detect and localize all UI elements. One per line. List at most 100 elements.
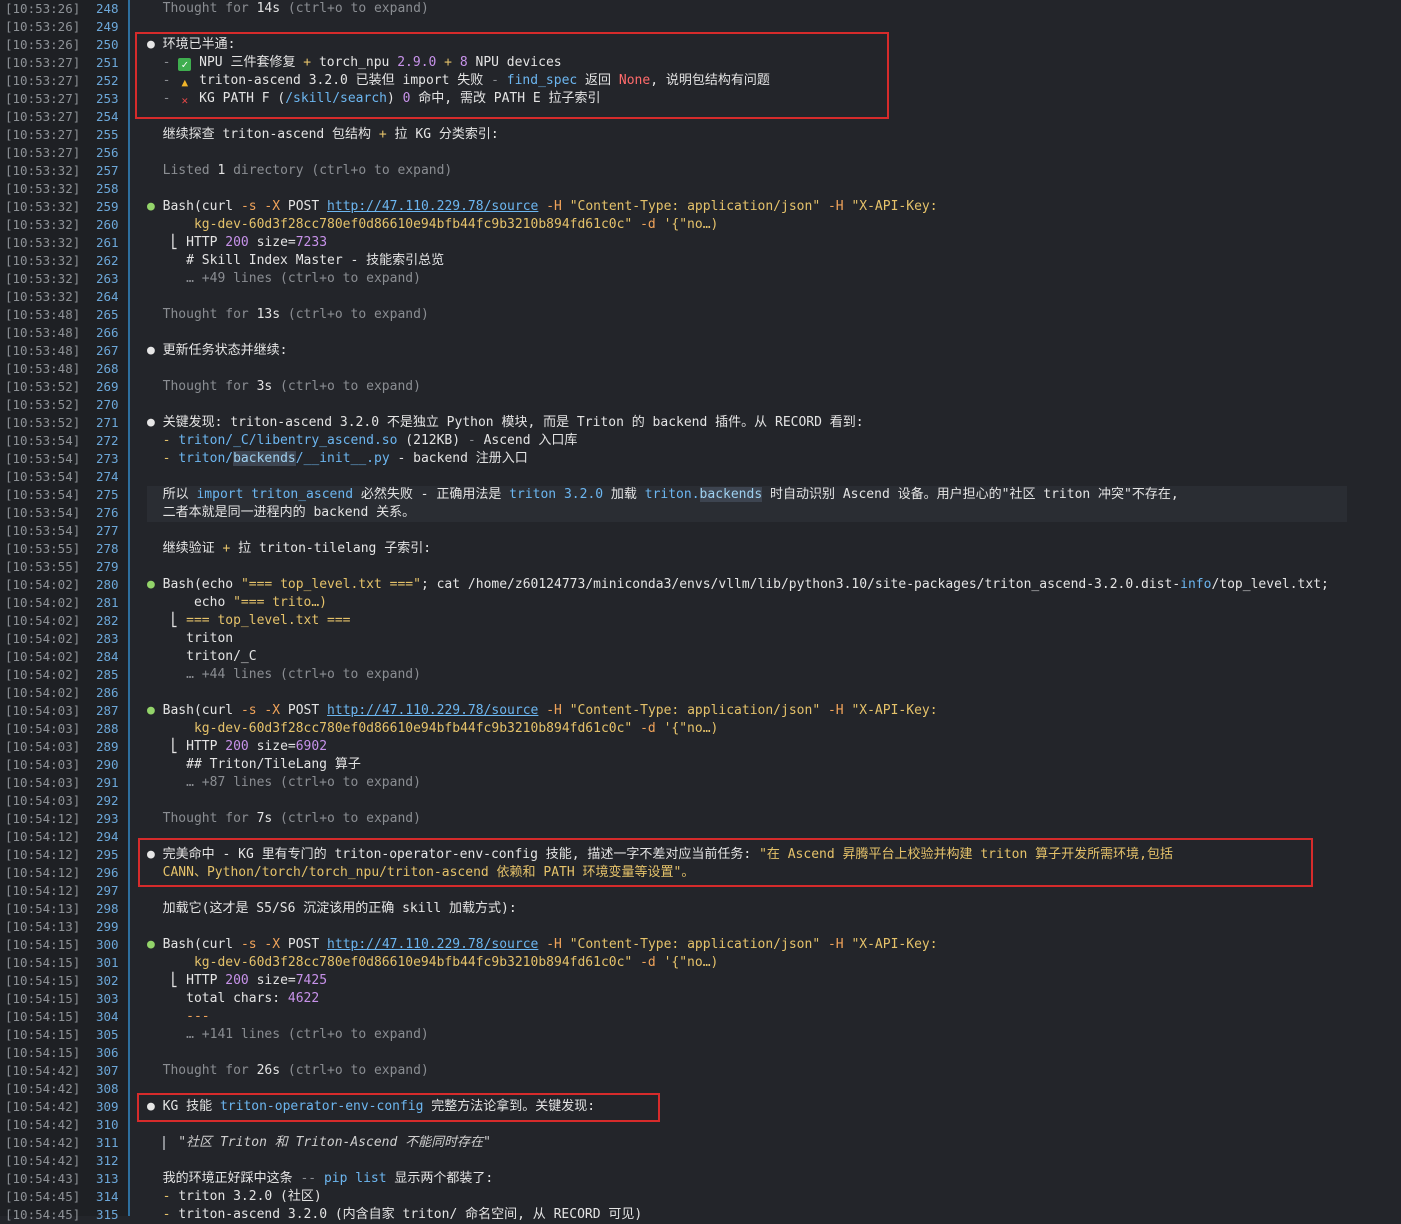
line-number: 270: [96, 397, 119, 412]
text-segment: "X-API-Key:: [851, 703, 938, 718]
line-number: 275: [96, 487, 119, 502]
url-link[interactable]: http://47.110.229.78/source: [327, 703, 538, 718]
gutter-row: [10:53:54] 274: [0, 468, 128, 486]
output-line: triton: [147, 630, 233, 648]
text-segment: 6902: [295, 739, 328, 754]
timestamp: [10:54:03]: [5, 757, 81, 772]
gutter-row: [10:54:15] 301: [0, 954, 128, 972]
timestamp: [10:53:48]: [5, 325, 81, 340]
timestamp: [10:54:42]: [5, 1135, 81, 1150]
line-number: 260: [96, 217, 119, 232]
gutter-row: [10:53:27] 256: [0, 144, 128, 162]
gutter-row: [10:54:45] 315: [0, 1206, 128, 1224]
url-link[interactable]: http://47.110.229.78/source: [327, 199, 538, 214]
url-link[interactable]: http://47.110.229.78/source: [327, 937, 538, 952]
text-segment: Thought for: [147, 1063, 257, 1078]
gutter-row: [10:53:54] 273: [0, 450, 128, 468]
text-segment: kg-dev-60d3f28cc780ef0d86610e94bfb44fc9b…: [147, 721, 633, 736]
timestamp: [10:53:32]: [5, 253, 81, 268]
text-segment: -s -X: [240, 937, 288, 952]
text-segment: -: [147, 451, 179, 466]
output-line: - triton/backends/__init__.py - backend …: [147, 450, 528, 468]
timestamp: [10:54:42]: [5, 1063, 81, 1078]
text-segment: 二者本就是同一进程内的 backend 关系。: [147, 505, 416, 520]
line-number: 298: [96, 901, 119, 916]
text-segment: -H: [820, 703, 852, 718]
gutter-row: [10:54:15] 303: [0, 990, 128, 1008]
output-line: Thought for 13s (ctrl+o to expand): [147, 306, 429, 324]
line-number: 265: [96, 307, 119, 322]
line-number: 278: [96, 541, 119, 556]
output-line: ● 关键发现: triton-ascend 3.2.0 不是独立 Python …: [147, 414, 864, 432]
timestamp: [10:54:02]: [5, 613, 81, 628]
line-number: 257: [96, 163, 119, 178]
text-segment: triton-ascend 3.2.0 (内含自家 triton/ 命名空间, …: [178, 1207, 643, 1222]
text-segment: -d: [632, 217, 664, 232]
text-segment: '{"no…): [663, 217, 719, 232]
timestamp: [10:54:02]: [5, 667, 81, 682]
gutter-row: [10:54:15] 306: [0, 1044, 128, 1062]
gutter-row: [10:54:42] 307: [0, 1062, 128, 1080]
text-segment: Bash(: [162, 577, 202, 592]
timestamp: [10:54:15]: [5, 937, 81, 952]
gutter-row: [10:54:42] 312: [0, 1152, 128, 1170]
timestamp: [10:54:13]: [5, 901, 81, 916]
text-segment: … +141 lines (ctrl+o to expand): [147, 1027, 429, 1042]
text-segment: (ctrl+o to expand): [272, 379, 421, 394]
text-segment: 13s: [256, 307, 281, 322]
output-line: ⎣ === top_level.txt ===: [147, 612, 350, 630]
line-number: 286: [96, 685, 119, 700]
text-segment: 时自动识别 Ascend 设备。用户担心的"社区 triton 冲突"不存在,: [762, 487, 1179, 502]
timestamp: [10:53:54]: [5, 451, 81, 466]
timestamp: [10:53:55]: [5, 559, 81, 574]
timestamp: [10:54:03]: [5, 721, 81, 736]
line-number: 255: [96, 127, 119, 142]
output-line: ● Bash(curl -s -X POST http://47.110.229…: [147, 936, 938, 954]
text-segment: ⎣ HTTP: [147, 739, 226, 754]
line-number: 259: [96, 199, 119, 214]
gutter-row: [10:54:02] 286: [0, 684, 128, 702]
output-line: kg-dev-60d3f28cc780ef0d86610e94bfb44fc9b…: [147, 216, 718, 234]
gutter-row: [10:53:32] 262: [0, 252, 128, 270]
text-segment: pip list: [323, 1171, 387, 1186]
line-number: 258: [96, 181, 119, 196]
output-line: 加载它(这才是 S5/S6 沉淀该用的正确 skill 加载方式):: [147, 900, 517, 918]
output-line: echo "=== trito…): [147, 594, 327, 612]
line-number: 269: [96, 379, 119, 394]
text-segment: ⎣ HTTP: [147, 973, 226, 988]
timestamp: [10:54:12]: [5, 811, 81, 826]
text-segment: POST: [287, 703, 328, 718]
text-segment: … +87 lines (ctrl+o to expand): [147, 775, 421, 790]
timestamp: [10:53:54]: [5, 505, 81, 520]
text-segment: 关键发现: triton-ascend 3.2.0 不是独立 Python 模块…: [162, 415, 864, 430]
text-segment: 加载它(这才是 S5/S6 沉淀该用的正确 skill 加载方式):: [147, 901, 517, 916]
timestamp: [10:54:12]: [5, 883, 81, 898]
timestamp: [10:53:27]: [5, 127, 81, 142]
gutter-row: [10:54:43] 313: [0, 1170, 128, 1188]
text-segment: size=: [248, 973, 296, 988]
output-line: ⎣ HTTP 200 size=7233: [147, 234, 327, 252]
timestamp: [10:53:54]: [5, 523, 81, 538]
output-line: … +87 lines (ctrl+o to expand): [147, 774, 421, 792]
text-segment: -d: [632, 721, 664, 736]
output-line: 继续验证 + 拉 triton-tilelang 子索引:: [147, 540, 431, 558]
text-segment: 14s: [256, 1, 281, 16]
text-segment: total chars:: [147, 991, 288, 1006]
line-number: 284: [96, 649, 119, 664]
line-number: 293: [96, 811, 119, 826]
text-segment: -H: [820, 199, 852, 214]
text-segment: 7425: [295, 973, 328, 988]
line-number: 306: [96, 1045, 119, 1060]
text-segment: echo: [201, 577, 241, 592]
output-line: Thought for 14s (ctrl+o to expand): [147, 0, 429, 18]
text-segment: Thought for: [147, 379, 257, 394]
output-line: … +44 lines (ctrl+o to expand): [147, 666, 421, 684]
gutter-row: [10:53:32] 264: [0, 288, 128, 306]
gutter-row: [10:54:02] 280: [0, 576, 128, 594]
timestamp: [10:54:02]: [5, 649, 81, 664]
output-line: ● 更新任务状态并继续:: [147, 342, 287, 360]
timestamp: [10:54:43]: [5, 1171, 81, 1186]
output-line: ● Bash(curl -s -X POST http://47.110.229…: [147, 702, 938, 720]
timestamp: [10:54:42]: [5, 1117, 81, 1132]
timestamp: [10:54:15]: [5, 1027, 81, 1042]
